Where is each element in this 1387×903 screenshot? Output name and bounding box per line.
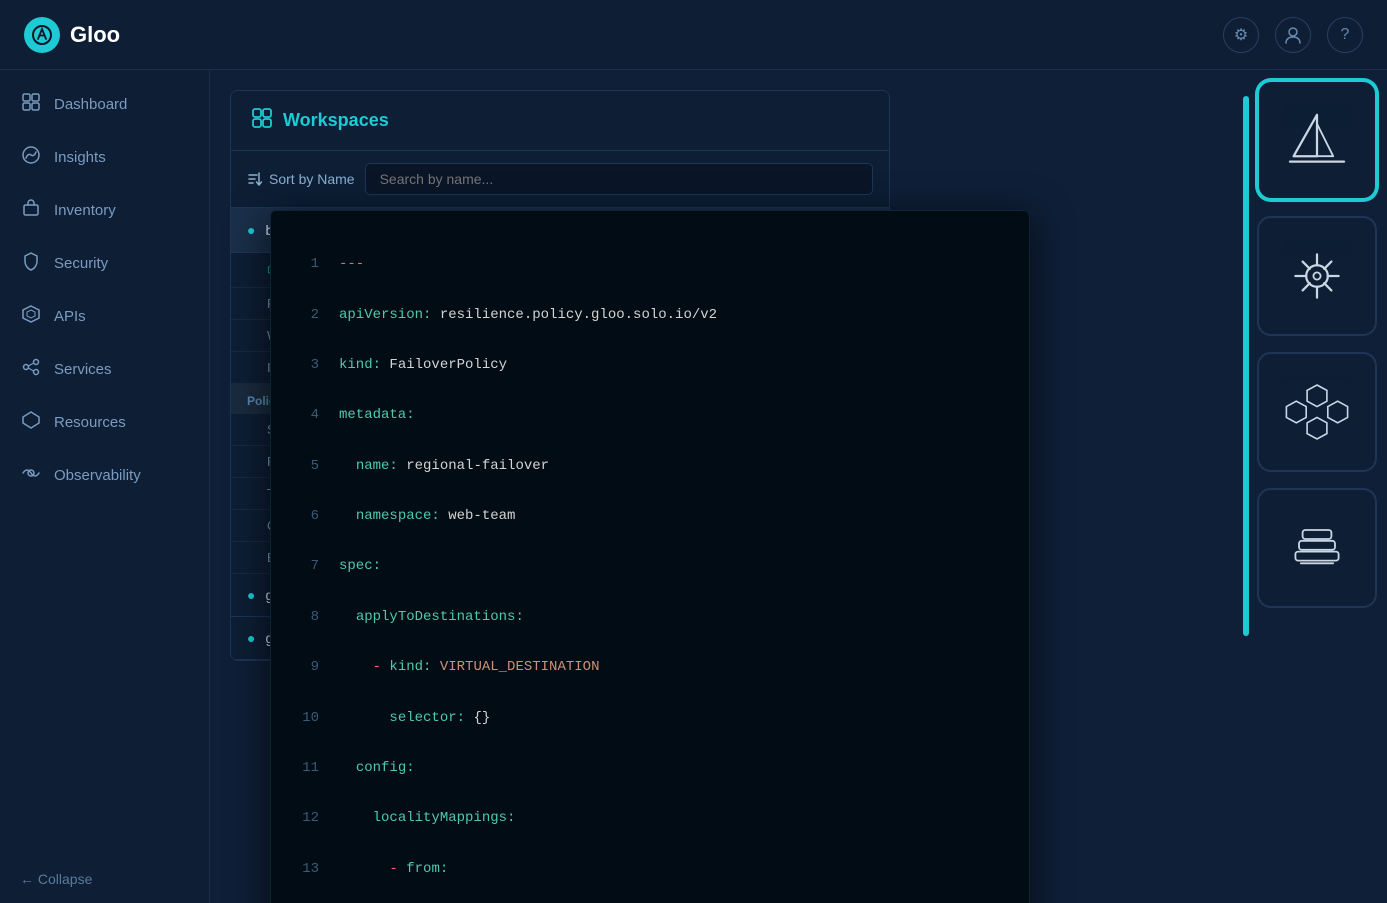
sidebar-item-label: APIs — [54, 308, 86, 325]
sidebar-item-label: Insights — [54, 149, 106, 166]
inventory-icon — [20, 198, 42, 223]
services-icon — [20, 357, 42, 382]
user-icon[interactable] — [1275, 17, 1311, 53]
code-line-3: 3kind: FailoverPolicy — [295, 353, 1005, 378]
resources-icon — [20, 410, 42, 435]
main-layout: Dashboard Insights Inventory — [0, 70, 1387, 903]
workspace-circle-icon: ● — [247, 222, 255, 238]
cyan-accent-bar — [1243, 96, 1249, 636]
sidebar: Dashboard Insights Inventory — [0, 70, 210, 903]
topbar-actions: ⚙ ? — [1223, 17, 1363, 53]
tech-card-istio[interactable] — [1257, 80, 1377, 200]
sidebar-item-insights[interactable]: Insights — [0, 131, 209, 184]
sidebar-item-label: Inventory — [54, 202, 116, 219]
sidebar-item-observability[interactable]: Observability — [0, 449, 209, 502]
workspace-circle-icon: ● — [247, 630, 255, 646]
topbar: Gloo ⚙ ? — [0, 0, 1387, 70]
logo-text: Gloo — [70, 22, 120, 48]
sidebar-item-security[interactable]: Security — [0, 237, 209, 290]
insights-icon — [20, 145, 42, 170]
tech-cards-list — [1257, 80, 1377, 608]
collapse-label: ← Collapse — [20, 871, 92, 887]
sidebar-item-apis[interactable]: APIs — [0, 290, 209, 343]
tech-card-kubernetes[interactable] — [1257, 216, 1377, 336]
observability-icon — [20, 463, 42, 488]
code-line-5: 5 name: regional-failover — [295, 454, 1005, 479]
sidebar-item-services[interactable]: Services — [0, 343, 209, 396]
sort-button[interactable]: Sort by Name — [247, 171, 355, 187]
workspaces-header: Workspaces — [231, 91, 889, 151]
tech-card-solo[interactable] — [1257, 488, 1377, 608]
code-line-9: 9 - kind: VIRTUAL_DESTINATION — [295, 655, 1005, 680]
code-overlay: 1--- 2apiVersion: resilience.policy.gloo… — [270, 210, 1030, 903]
code-content: 1--- 2apiVersion: resilience.policy.gloo… — [271, 211, 1029, 903]
code-line-6: 6 namespace: web-team — [295, 504, 1005, 529]
tech-cards-wrapper — [1243, 80, 1377, 636]
tech-card-cilium[interactable] — [1257, 352, 1377, 472]
logo-icon — [24, 17, 60, 53]
sidebar-item-dashboard[interactable]: Dashboard — [0, 78, 209, 131]
code-line-8: 8 applyToDestinations: — [295, 605, 1005, 630]
sidebar-item-inventory[interactable]: Inventory — [0, 184, 209, 237]
sidebar-item-label: Observability — [54, 467, 141, 484]
code-line-2: 2apiVersion: resilience.policy.gloo.solo… — [295, 303, 1005, 328]
code-line-12: 12 localityMappings: — [295, 806, 1005, 831]
code-line-10: 10 selector: {} — [295, 706, 1005, 731]
sidebar-item-label: Dashboard — [54, 96, 127, 113]
sort-label: Sort by Name — [269, 171, 355, 187]
workspaces-toolbar: Sort by Name — [231, 151, 889, 208]
code-line-1: 1--- — [295, 252, 1005, 277]
content-area: Workspaces Sort by Name ● bookinfo ∨ — [210, 70, 1387, 903]
collapse-button[interactable]: ← Collapse — [0, 855, 209, 903]
security-icon — [20, 251, 42, 276]
search-input[interactable] — [365, 163, 873, 195]
workspaces-title: Workspaces — [283, 110, 389, 131]
dashboard-icon — [20, 92, 42, 117]
code-line-11: 11 config: — [295, 756, 1005, 781]
sidebar-item-label: Security — [54, 255, 108, 272]
apis-icon — [20, 304, 42, 329]
help-icon[interactable]: ? — [1327, 17, 1363, 53]
workspace-circle-icon: ● — [247, 587, 255, 603]
code-line-7: 7spec: — [295, 554, 1005, 579]
code-line-4: 4metadata: — [295, 403, 1005, 428]
settings-icon[interactable]: ⚙ — [1223, 17, 1259, 53]
sidebar-item-resources[interactable]: Resources — [0, 396, 209, 449]
workspaces-icon — [251, 107, 273, 134]
sidebar-item-label: Resources — [54, 414, 126, 431]
sidebar-item-label: Services — [54, 361, 112, 378]
logo: Gloo — [24, 17, 120, 53]
code-line-13: 13 - from: — [295, 857, 1005, 882]
